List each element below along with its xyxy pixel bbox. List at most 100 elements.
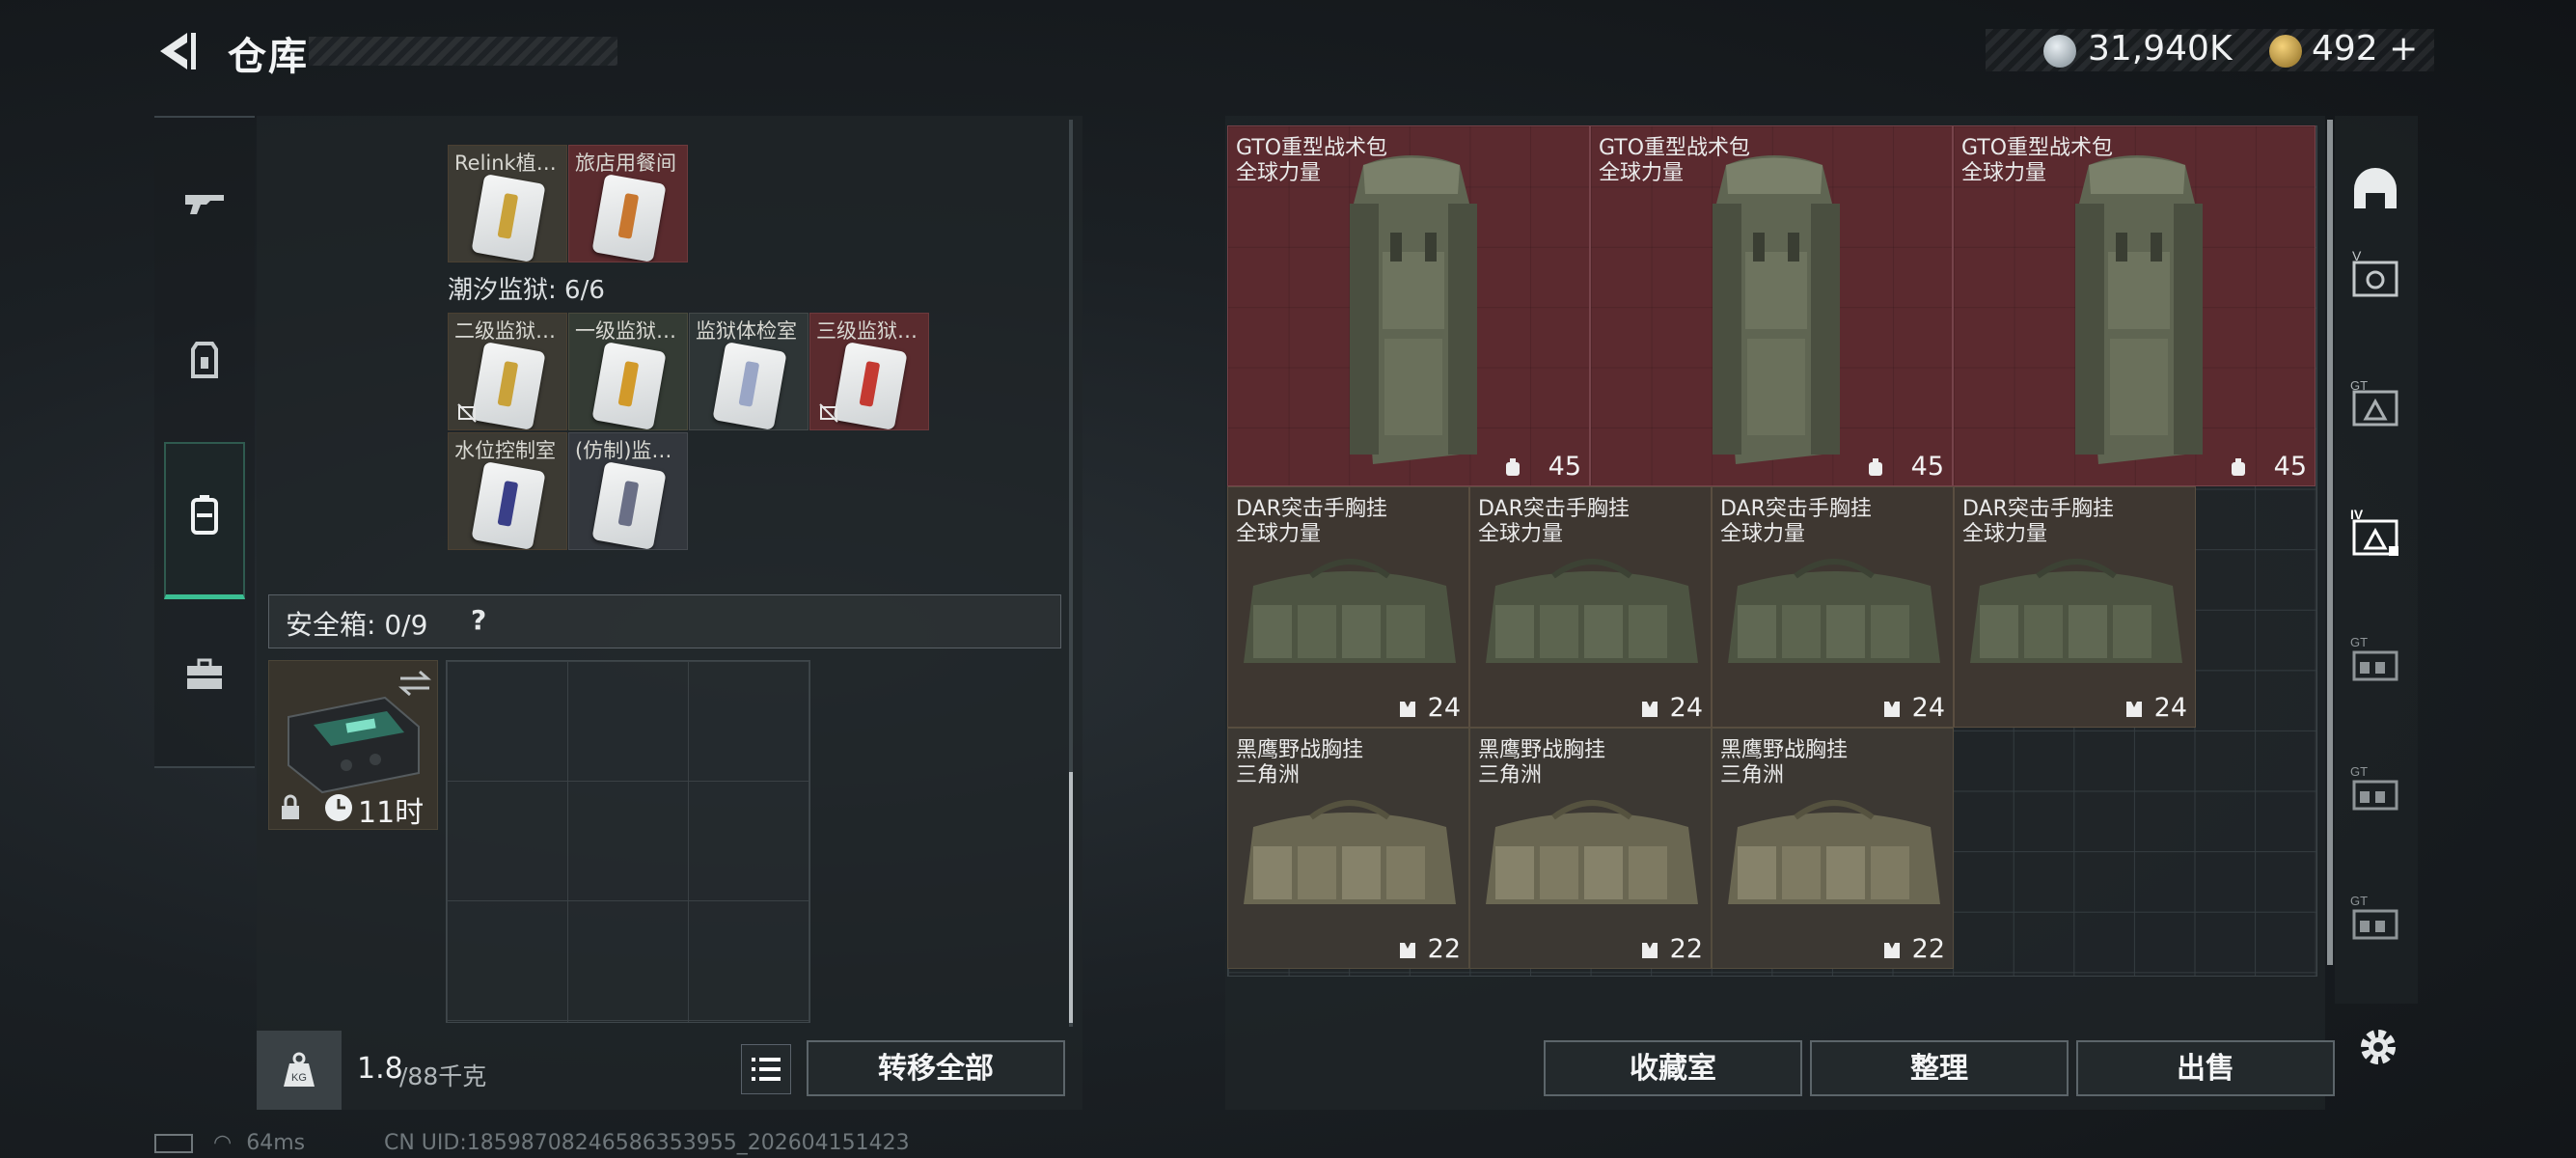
coin-amount: 31,940K (2088, 29, 2233, 69)
keycard-image (833, 342, 908, 429)
wifi-icon: ◠ (213, 1131, 233, 1155)
transfer-all-button[interactable]: 转移全部 (807, 1040, 1065, 1096)
safe-box-grid[interactable] (446, 660, 810, 1023)
item-capacity: 24 (1427, 693, 1461, 723)
map-keycard-count: 潮汐监狱: 6/6 (448, 276, 605, 305)
user-uid: CN UID:1859870824658635395​5_20260415142… (384, 1131, 910, 1155)
armor-vest-icon[interactable] (181, 338, 228, 384)
gold-amount[interactable]: 492 + (2312, 29, 2418, 69)
stash-item-backpack[interactable]: GTO重型战术包 全球力量 45 (1953, 125, 2316, 486)
status-bar: ◠ 64ms (154, 1131, 305, 1155)
capacity-icon (1642, 702, 1658, 717)
item-subtitle: 三角洲 (1720, 763, 1785, 787)
keycard-slot[interactable]: 水位控制室 (448, 432, 567, 550)
keycard-slot[interactable]: 一级监狱… (568, 313, 688, 430)
keycard-name: 二级监狱… (454, 319, 556, 343)
swap-icon[interactable] (398, 669, 431, 698)
back-arrow-icon[interactable] (154, 29, 199, 73)
keycard-slot[interactable]: 旅店用餐间 (568, 145, 688, 262)
sort-button[interactable]: 整理 (1810, 1040, 2069, 1096)
keycard-slot[interactable]: Relink植… (448, 145, 567, 262)
backpack-image (2075, 155, 2203, 464)
stash-item-chest-rig[interactable]: DAR突击手胸挂 全球力量 24 (1712, 486, 1954, 728)
keycard-image (591, 174, 667, 262)
chest-rig-icon[interactable]: GT (2346, 633, 2404, 691)
keycard-name: Relink植… (454, 152, 557, 175)
svg-text:KG: KG (291, 1072, 307, 1084)
backpack-tier-icon[interactable]: IV (2346, 506, 2404, 564)
item-subtitle: 全球力量 (1236, 522, 1322, 546)
capacity-icon (1869, 458, 1882, 476)
clock-icon (325, 794, 352, 821)
inventory-scroll-thumb[interactable] (1069, 772, 1073, 1023)
armor-plate-icon[interactable]: GT (2346, 376, 2404, 434)
tier-label: GT (2350, 378, 2368, 393)
collection-room-button[interactable]: 收藏室 (1544, 1040, 1802, 1096)
capacity-icon (1400, 943, 1415, 958)
weight-icon: KG (284, 1052, 315, 1087)
chest-rig-icon[interactable]: GT (2346, 892, 2404, 950)
coin-icon (2043, 35, 2076, 68)
keycard-slot[interactable]: 监狱体检室 (689, 313, 808, 430)
capacity-icon (1400, 702, 1415, 717)
rifle-icon[interactable] (181, 179, 228, 226)
item-capacity: 45 (1910, 452, 1944, 482)
keycard-name: 监狱体检室 (696, 319, 797, 343)
add-gold-button[interactable]: + (2389, 29, 2418, 69)
stash-item-chest-rig[interactable]: 黑鹰野战胸挂 三角洲 22 (1712, 728, 1954, 969)
keycard-image (591, 461, 667, 549)
safe-box-label: 安全箱: 0/9 (286, 609, 428, 641)
item-subtitle: 全球力量 (1236, 161, 1322, 185)
armor-plate-icon[interactable]: V (2346, 247, 2404, 305)
toolbox-icon[interactable] (181, 652, 228, 699)
tier-label: IV (2350, 507, 2364, 522)
backpack-image (1713, 155, 1840, 464)
page-title: 仓库 (228, 35, 309, 79)
capacity-icon (1884, 702, 1900, 717)
chest-rig-image (1728, 559, 1940, 663)
sell-button[interactable]: 出售 (2076, 1040, 2335, 1096)
stash-item-chest-rig[interactable]: DAR突击手胸挂 全球力量 24 (1469, 486, 1712, 728)
item-capacity: 45 (1548, 452, 1581, 482)
safe-box-slot[interactable]: 11时 (268, 660, 438, 830)
capacity-icon (2232, 458, 2245, 476)
gold-value: 492 (2312, 29, 2378, 69)
keycard-slot[interactable]: 二级监狱… (448, 313, 567, 430)
unavailable-icon (457, 403, 477, 423)
chest-rig-image (1970, 559, 2182, 663)
settings-gear-icon[interactable] (2354, 1023, 2402, 1071)
capacity-icon (1884, 943, 1900, 958)
item-capacity: 24 (1911, 693, 1945, 723)
item-capacity: 24 (1669, 693, 1703, 723)
item-capacity: 22 (1669, 934, 1703, 964)
keycard-image (471, 461, 546, 549)
keycard-image (471, 174, 546, 262)
list-view-button[interactable] (741, 1044, 791, 1094)
stash-item-chest-rig[interactable]: DAR突击手胸挂 全球力量 24 (1954, 486, 2196, 728)
backpack-icon[interactable] (181, 492, 228, 538)
helmet-icon[interactable] (2346, 160, 2404, 218)
stash-item-chest-rig[interactable]: 黑鹰野战胸挂 三角洲 22 (1227, 728, 1469, 969)
safe-box-timer: 11时 (358, 796, 425, 830)
stash-item-chest-rig[interactable]: 黑鹰野战胸挂 三角洲 22 (1469, 728, 1712, 969)
title-decoration (309, 37, 617, 66)
chest-rig-image (1244, 559, 1456, 663)
item-capacity: 45 (2273, 452, 2307, 482)
capacity-icon (2126, 702, 2142, 717)
item-subtitle: 全球力量 (1961, 161, 2047, 185)
stash-item-backpack[interactable]: GTO重型战术包 全球力量 45 (1590, 125, 1953, 486)
chest-rig-image (1486, 800, 1698, 904)
lock-icon (282, 794, 299, 819)
stash-item-chest-rig[interactable]: DAR突击手胸挂 全球力量 24 (1227, 486, 1469, 728)
capacity-icon (1506, 458, 1520, 476)
item-subtitle: 三角洲 (1478, 763, 1543, 787)
backpack-image (1350, 155, 1477, 464)
item-capacity: 22 (1911, 934, 1945, 964)
keycard-slot[interactable]: 三级监狱… (809, 313, 929, 430)
chest-rig-icon[interactable]: GT (2346, 762, 2404, 820)
stash-scrollbar[interactable] (2327, 120, 2333, 965)
help-button[interactable]: ? (471, 604, 486, 636)
keycard-slot[interactable]: (仿制)监… (568, 432, 688, 550)
item-subtitle: 三角洲 (1236, 763, 1301, 787)
stash-item-backpack[interactable]: GTO重型战术包 全球力量 45 (1227, 125, 1590, 486)
